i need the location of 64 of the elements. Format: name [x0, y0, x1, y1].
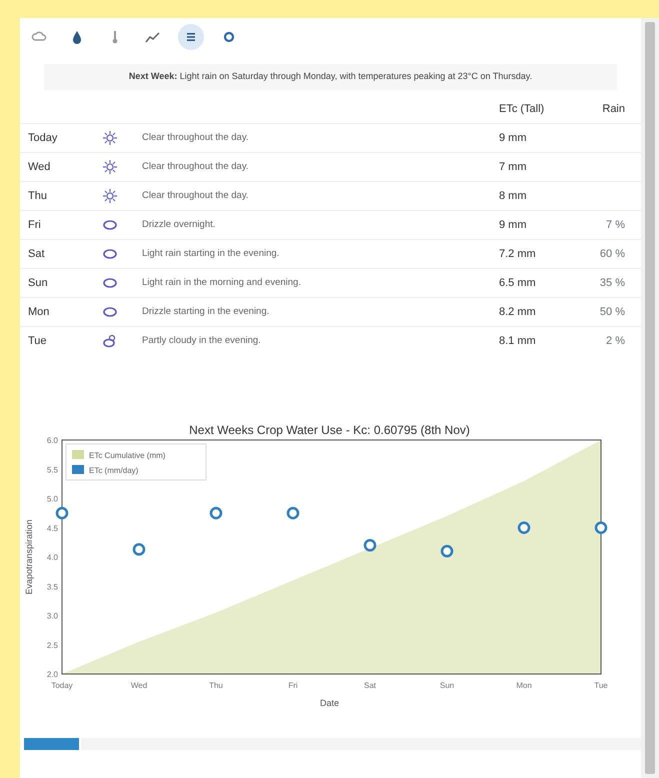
axis-tick-label: 5.0 — [46, 494, 58, 503]
et-value: 7 mm — [495, 152, 581, 182]
axis-tick-label: Thu — [209, 680, 223, 690]
forecast-text: Clear throughout the day. — [138, 182, 495, 210]
forecast-text: Light rain starting in the evening. — [138, 240, 495, 268]
column-header: ETc (Tall) — [495, 96, 581, 124]
et-value: 7.2 mm — [495, 240, 581, 268]
forecast-text: Partly cloudy in the evening. — [138, 326, 495, 356]
day-label: Tue — [20, 326, 98, 356]
axis-tick-label: Today — [51, 680, 73, 690]
day-label: Thu — [20, 182, 98, 210]
axis-tick-label: 3.0 — [46, 611, 58, 620]
axis-tick-label: Tue — [594, 680, 608, 690]
partly-cloudy-icon — [102, 333, 118, 350]
data-point — [440, 544, 454, 557]
data-point — [210, 506, 222, 519]
forecast-text: Drizzle starting in the evening. — [138, 298, 495, 326]
et-value: 8 mm — [495, 182, 581, 210]
x-axis-title: Date — [320, 698, 339, 708]
day-label: Mon — [20, 298, 98, 326]
sun-icon — [102, 130, 118, 146]
day-label: Sat — [20, 240, 98, 268]
data-point — [518, 521, 530, 534]
axis-tick-label: Sat — [364, 680, 376, 690]
y-axis-title: Evapotranspiration — [24, 518, 34, 594]
axis-tick-label: 2.5 — [46, 640, 58, 650]
toolbar-button[interactable] — [178, 24, 204, 50]
axis-tick-label: 3.5 — [46, 582, 58, 591]
day-label: Today — [20, 124, 98, 152]
axis-tick-label: Mon — [516, 680, 532, 690]
forecast-text: Clear throughout the day. — [138, 152, 495, 182]
data-point — [594, 521, 608, 534]
vertical-scrollbar[interactable] — [641, 18, 659, 778]
sun-icon — [102, 158, 118, 175]
day-label: Sun — [20, 268, 98, 298]
et-value: 9 mm — [495, 124, 581, 152]
axis-tick-label: Wed — [130, 680, 148, 690]
et-value: 6.5 mm — [495, 268, 581, 298]
data-point — [56, 506, 68, 519]
et-value: 8.2 mm — [495, 298, 581, 326]
column-header: Rain — [581, 96, 641, 124]
legend-label: ETc (mm/day) — [89, 466, 138, 474]
axis-tick-label: 4.0 — [46, 552, 58, 562]
forecast-text: Drizzle overnight. — [138, 210, 495, 240]
axis-tick-label: Fri — [288, 680, 298, 690]
axis-tick-label: 4.5 — [46, 523, 58, 532]
day-label: Wed — [20, 152, 98, 182]
forecast-text: Light rain in the morning and evening. — [138, 268, 495, 298]
et-value: 8.1 mm — [495, 326, 581, 356]
horizontal-scrollbar[interactable] — [24, 736, 641, 752]
forecast-text: Clear throughout the day. — [138, 124, 495, 152]
forecast-summary: Next Week: Light rain on Saturday through Monday, with temperatures peaking at 23°C on Thursday. — [44, 64, 617, 90]
sun-icon — [102, 188, 118, 204]
day-label: Fri — [20, 210, 98, 240]
data-point — [132, 542, 146, 556]
axis-tick-label: 2.0 — [46, 670, 58, 678]
et-value: 9 mm — [495, 210, 581, 240]
axis-tick-label: 5.5 — [46, 464, 58, 474]
data-point — [286, 506, 300, 519]
axis-tick-label: 6.0 — [46, 436, 58, 444]
legend-label: ETc Cumulative (mm) — [89, 450, 166, 460]
axis-tick-label: Sun — [440, 680, 454, 690]
data-point — [364, 538, 376, 552]
chart-title: Next Weeks Crop Water Use - Kc: 0.60795 (8th Nov) — [189, 422, 470, 436]
